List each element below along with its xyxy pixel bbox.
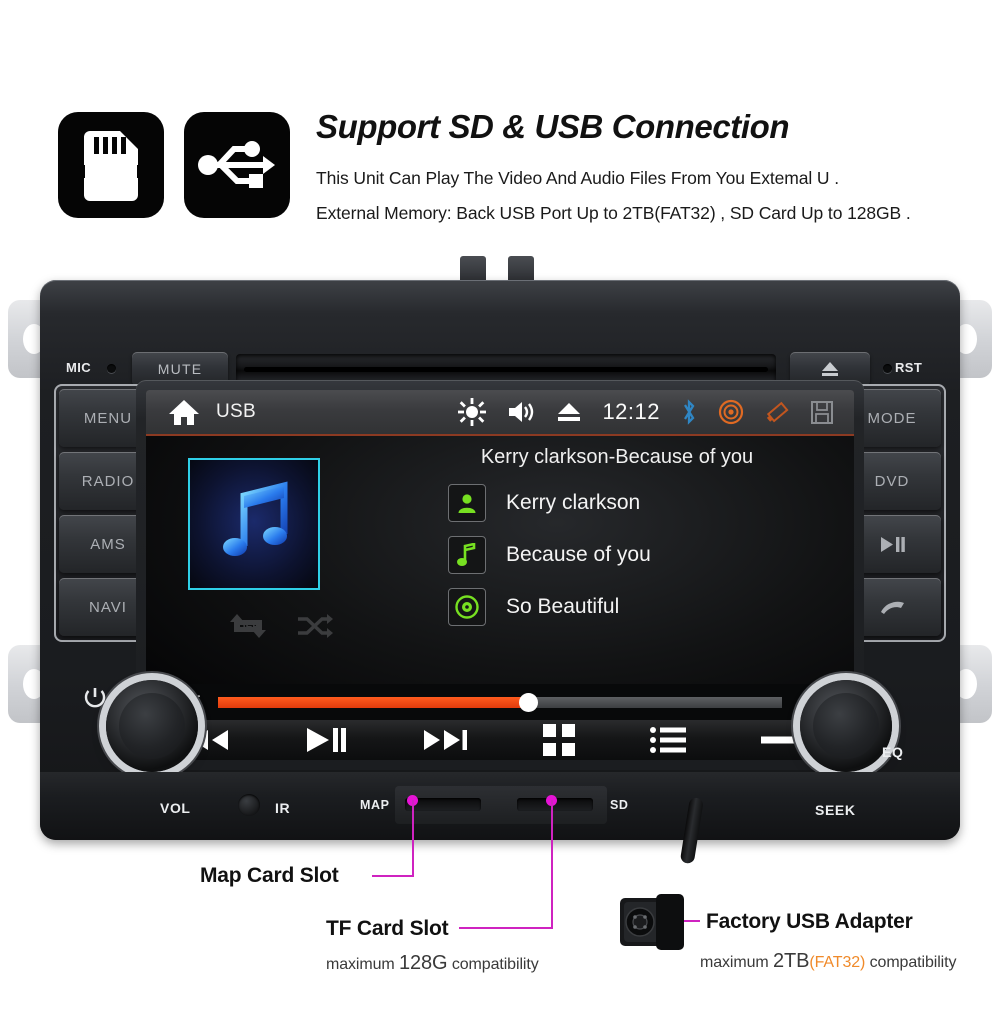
album-art[interactable] [188,458,320,590]
usb-sub-fs: (FAT32) [809,954,866,971]
tf-card-slot-sub: maximum 128G compatibility [326,952,539,975]
playback-mode-icons: OFF [226,612,360,640]
usb-icon-tile [184,112,290,218]
album-name: So Beautiful [506,595,620,618]
grid-view-button[interactable] [542,724,575,756]
tf-sub-capacity: 128G [398,952,448,974]
seek-knob-cap [813,693,879,759]
mic-hole [107,364,116,373]
music-note-icon [448,536,486,574]
mic-label: MIC [66,360,92,375]
car-stereo-head-unit: MIC MUTE RST MENU RADIO AMS NAVI MODE DV… [0,250,1000,865]
tf-card-slot[interactable] [517,798,593,811]
eject-icon [822,362,838,376]
music-note-art-icon [223,481,288,556]
sd-card-icon [80,131,142,201]
screen-bezel: USB 12:12 Kerry clarkson-Because of you … [136,380,864,770]
usb-adapter-connector [620,894,684,950]
now-playing-track-row[interactable]: Because of you [448,536,651,574]
mounting-tab-right [508,256,534,282]
sd-slot-label: SD [610,798,629,812]
ir-label: IR [275,800,291,816]
mounting-tab-left [460,256,486,282]
status-bar: USB 12:12 [146,390,854,436]
progress-slider[interactable] [218,692,782,712]
map-slot-label: MAP [360,798,390,812]
disc-icon[interactable] [718,399,744,425]
repeat-off-icon[interactable]: OFF [226,612,270,640]
power-icon [84,686,106,710]
factory-usb-adapter-sub: maximum 2TB(FAT32) compatibility [700,950,956,973]
play-pause-button[interactable] [305,727,347,753]
banner: Support SD & USB Connection This Unit Ca… [0,0,1000,250]
now-playing-album-row[interactable]: So Beautiful [448,588,619,626]
usb-sub-post: compatibility [865,954,957,971]
usb-sub-capacity: 2TB [772,950,810,972]
reset-hole[interactable] [883,364,892,373]
sd-save-icon[interactable] [810,399,834,425]
seek-label: SEEK [815,802,856,818]
tf-sub-post: compatibility [447,956,539,973]
vol-label: VOL [160,800,191,816]
progress-knob[interactable] [519,692,539,712]
home-icon[interactable] [168,398,200,426]
tf-card-slot-title: TF Card Slot [326,917,449,940]
status-icon-group: 12:12 [458,398,854,426]
ir-sensor [238,794,260,816]
unit-chassis: MIC MUTE RST MENU RADIO AMS NAVI MODE DV… [40,280,960,840]
volume-icon[interactable] [506,399,536,425]
svg-text:OFF: OFF [237,621,259,633]
clock-label: 12:12 [602,399,660,424]
map-slot-leader-h [372,875,414,877]
tf-sub-pre: maximum [326,956,399,973]
shuffle-icon[interactable] [296,613,334,639]
bottom-face-panel: VOL IR MAP SD SEEK EQ [40,688,960,840]
seek-knob[interactable] [800,680,892,772]
now-playing-panel: Kerry clarkson-Because of you Kerry clar… [146,436,854,684]
eq-label: EQ [882,744,904,760]
reset-label: RST [895,360,923,375]
now-playing-header: Kerry clarkson-Because of you [480,446,754,468]
track-name: Because of you [506,543,651,566]
tf-slot-leader-h [459,927,553,929]
banner-line-1: This Unit Can Play The Video And Audio F… [316,168,839,188]
playback-control-bar [146,720,854,760]
phone-icon [881,601,904,614]
progress-row: 02:15 04:36 [146,684,854,720]
sd-card-icon-tile [58,112,164,218]
map-card-slot-title: Map Card Slot [200,864,339,887]
next-track-button[interactable] [422,728,468,752]
factory-usb-adapter-title: Factory USB Adapter [706,910,913,933]
eject-icon[interactable] [556,400,582,424]
usb-icon [198,141,275,188]
volume-knob[interactable] [106,680,198,772]
map-card-slot[interactable] [405,798,481,811]
brightness-icon[interactable] [458,398,487,426]
now-playing-artist-row[interactable]: Kerry clarkson [448,484,640,522]
source-label: USB [216,401,256,422]
album-disc-icon [448,588,486,626]
card-slot-panel [395,786,607,824]
list-view-button[interactable] [649,726,686,754]
touch-screen[interactable]: USB 12:12 Kerry clarkson-Because of you … [146,390,854,760]
banner-title: Support SD & USB Connection [316,108,790,145]
play-pause-icon [881,536,905,552]
top-control-strip: MIC MUTE RST [40,308,960,386]
artist-name: Kerry clarkson [506,491,641,514]
banner-line-2: External Memory: Back USB Port Up to 2TB… [316,203,911,223]
volume-knob-cap [119,693,185,759]
usb-stick-icon[interactable] [764,399,790,425]
artist-icon [448,484,486,522]
bluetooth-icon[interactable] [680,398,698,426]
progress-fill [218,696,529,708]
